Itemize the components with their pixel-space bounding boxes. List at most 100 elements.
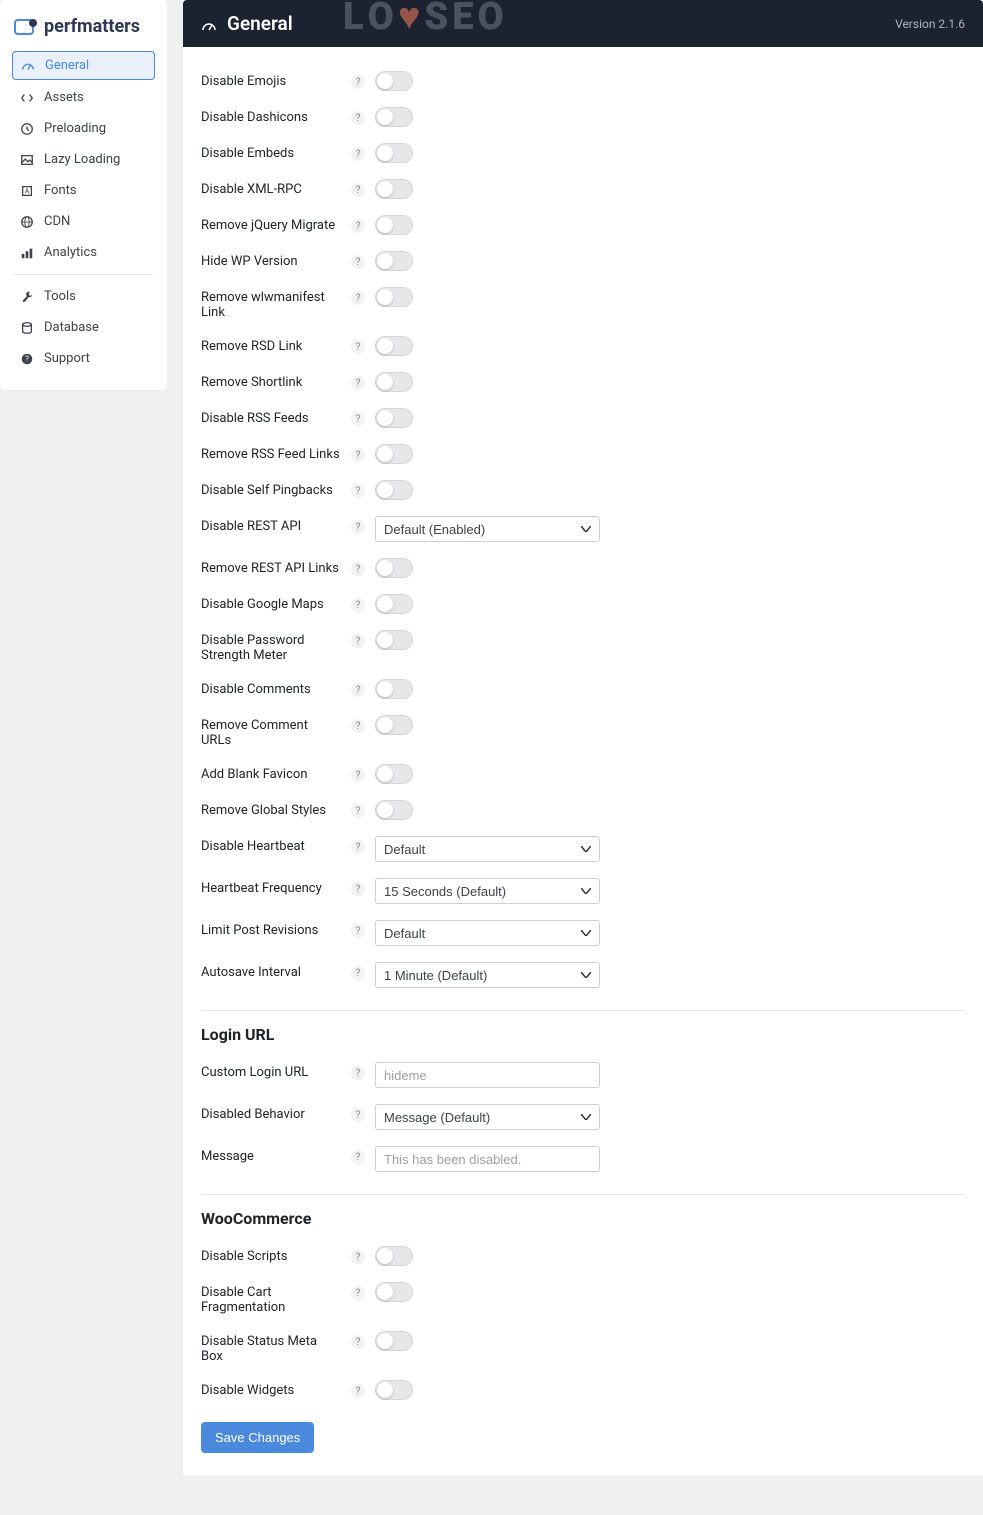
setting-label: Add Blank Favicon	[201, 764, 351, 782]
help-icon[interactable]: ?	[351, 111, 365, 125]
setting-row: Message?	[201, 1138, 965, 1180]
setting-label: Remove Shortlink	[201, 372, 351, 390]
select-dropdown[interactable]: 1 Minute (Default)	[375, 962, 600, 988]
setting-row: Hide WP Version?	[201, 243, 965, 279]
help-icon[interactable]: ?	[351, 683, 365, 697]
help-icon[interactable]: ?	[351, 75, 365, 89]
toggle-switch[interactable]	[375, 408, 413, 428]
help-icon[interactable]: ?	[351, 768, 365, 782]
toggle-switch[interactable]	[375, 251, 413, 271]
toggle-switch[interactable]	[375, 679, 413, 699]
help-icon[interactable]: ?	[351, 412, 365, 426]
sidebar-item-preloading[interactable]: Preloading	[12, 115, 155, 142]
help-icon[interactable]: ?	[351, 484, 365, 498]
setting-row: Disable Embeds?	[201, 135, 965, 171]
brand-name: perfmatters	[44, 16, 140, 37]
toggle-switch[interactable]	[375, 336, 413, 356]
wrench-icon	[20, 290, 34, 304]
toggle-switch[interactable]	[375, 764, 413, 784]
help-icon[interactable]: ?	[351, 562, 365, 576]
select-dropdown[interactable]: Default	[375, 836, 600, 862]
help-icon[interactable]: ?	[351, 634, 365, 648]
help-icon[interactable]: ?	[351, 255, 365, 269]
toggle-switch[interactable]	[375, 1246, 413, 1266]
help-icon[interactable]: ?	[351, 719, 365, 733]
help-icon[interactable]: ?	[351, 804, 365, 818]
help-icon[interactable]: ?	[351, 520, 365, 534]
toggle-switch[interactable]	[375, 287, 413, 307]
help-icon[interactable]: ?	[351, 1108, 365, 1122]
help-icon[interactable]: ?	[351, 840, 365, 854]
help-icon[interactable]: ?	[351, 1335, 365, 1349]
help-icon[interactable]: ?	[351, 147, 365, 161]
sidebar-item-general[interactable]: General	[12, 51, 155, 80]
help-icon[interactable]: ?	[351, 291, 365, 305]
setting-label: Remove Comment URLs	[201, 715, 351, 748]
toggle-switch[interactable]	[375, 1282, 413, 1302]
setting-label: Disable REST API	[201, 516, 351, 534]
sidebar-item-assets[interactable]: Assets	[12, 84, 155, 111]
save-button[interactable]: Save Changes	[201, 1422, 314, 1453]
toggle-switch[interactable]	[375, 179, 413, 199]
help-icon[interactable]: ?	[351, 340, 365, 354]
toggle-switch[interactable]	[375, 594, 413, 614]
help-icon[interactable]: ?	[351, 966, 365, 980]
help-icon[interactable]: ?	[351, 1150, 365, 1164]
sidebar-item-lazy-loading[interactable]: Lazy Loading	[12, 146, 155, 173]
setting-label: Disable Widgets	[201, 1380, 351, 1398]
help-icon[interactable]: ?	[351, 1250, 365, 1264]
help-icon[interactable]: ?	[351, 448, 365, 462]
help-icon[interactable]: ?	[351, 1066, 365, 1080]
text-input[interactable]	[375, 1146, 600, 1172]
sidebar-item-label: Fonts	[44, 183, 77, 198]
sidebar-divider	[14, 274, 153, 275]
toggle-switch[interactable]	[375, 480, 413, 500]
section-title-woo: WooCommerce	[201, 1209, 965, 1228]
help-icon[interactable]: ?	[351, 882, 365, 896]
code-icon	[20, 91, 34, 105]
help-icon[interactable]: ?	[351, 1286, 365, 1300]
help-icon: ?	[20, 352, 34, 366]
select-dropdown[interactable]: Message (Default)	[375, 1104, 600, 1130]
toggle-switch[interactable]	[375, 107, 413, 127]
toggle-switch[interactable]	[375, 1380, 413, 1400]
help-icon[interactable]: ?	[351, 183, 365, 197]
toggle-switch[interactable]	[375, 630, 413, 650]
help-icon[interactable]: ?	[351, 598, 365, 612]
sidebar-item-cdn[interactable]: CDN	[12, 208, 155, 235]
setting-row: Disable Dashicons?	[201, 99, 965, 135]
select-dropdown[interactable]: 15 Seconds (Default)	[375, 878, 600, 904]
toggle-switch[interactable]	[375, 1331, 413, 1351]
setting-label: Disabled Behavior	[201, 1104, 351, 1122]
sidebar-item-database[interactable]: Database	[12, 314, 155, 341]
sidebar-item-analytics[interactable]: Analytics	[12, 239, 155, 266]
toggle-switch[interactable]	[375, 558, 413, 578]
setting-row: Disable Emojis?	[201, 63, 965, 99]
section-title-login: Login URL	[201, 1025, 965, 1044]
help-icon[interactable]: ?	[351, 924, 365, 938]
toggle-switch[interactable]	[375, 215, 413, 235]
help-icon[interactable]: ?	[351, 376, 365, 390]
sidebar-item-tools[interactable]: Tools	[12, 283, 155, 310]
font-icon: A	[20, 184, 34, 198]
svg-text:?: ?	[25, 354, 29, 363]
select-dropdown[interactable]: Default	[375, 920, 600, 946]
toggle-switch[interactable]	[375, 800, 413, 820]
toggle-switch[interactable]	[375, 372, 413, 392]
select-dropdown[interactable]: Default (Enabled)	[375, 516, 600, 542]
toggle-switch[interactable]	[375, 71, 413, 91]
settings-form: Disable Emojis?Disable Dashicons?Disable…	[183, 47, 983, 1475]
toggle-switch[interactable]	[375, 143, 413, 163]
text-input[interactable]	[375, 1062, 600, 1088]
setting-label: Disable Status Meta Box	[201, 1331, 351, 1364]
help-icon[interactable]: ?	[351, 1384, 365, 1398]
sidebar-item-fonts[interactable]: A Fonts	[12, 177, 155, 204]
gauge-icon	[201, 16, 217, 32]
toggle-switch[interactable]	[375, 715, 413, 735]
chart-icon	[20, 246, 34, 260]
setting-label: Remove RSS Feed Links	[201, 444, 351, 462]
toggle-switch[interactable]	[375, 444, 413, 464]
setting-label: Remove REST API Links	[201, 558, 351, 576]
sidebar-item-support[interactable]: ?Support	[12, 345, 155, 372]
help-icon[interactable]: ?	[351, 219, 365, 233]
